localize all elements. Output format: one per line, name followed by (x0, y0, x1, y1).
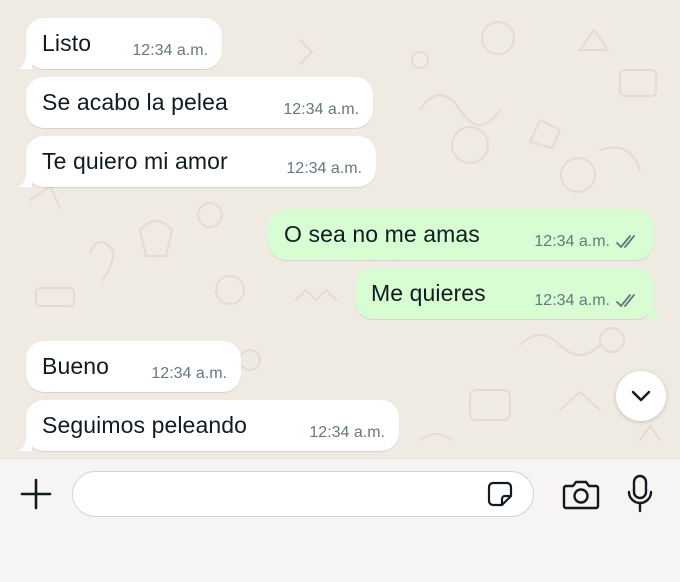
message-text: Te quiero mi amor (42, 148, 228, 174)
message-input[interactable] (89, 478, 479, 510)
message-timestamp: 12:34 a.m. (534, 292, 610, 309)
message-bubble-incoming[interactable]: Listo 12:34 a.m. (18, 18, 222, 69)
message-timestamp: 12:34 a.m. (309, 424, 385, 441)
message-text: Se acabo la pelea (42, 89, 228, 115)
bubble-tail (18, 173, 32, 187)
chevron-down-icon (631, 390, 651, 402)
microphone-icon (627, 474, 653, 513)
bubble-tail (18, 437, 32, 451)
double-check-read-icon (616, 235, 635, 248)
message-bubble-incoming[interactable]: Te quiero mi amor 12:34 a.m. (18, 136, 376, 187)
message-input-container (72, 471, 534, 517)
camera-button[interactable] (560, 475, 602, 513)
message-timestamp: 12:34 a.m. (283, 101, 359, 118)
message-composer (0, 458, 680, 582)
message-timestamp: 12:34 a.m. (286, 160, 362, 177)
attach-button[interactable] (14, 477, 58, 511)
message-bubble-outgoing[interactable]: O sea no me amas 12:34 a.m. (268, 209, 654, 260)
message-bubble-outgoing[interactable]: Me quieres 12:34 a.m. (355, 268, 662, 319)
bubble-tail (18, 55, 32, 69)
message-text: Listo (42, 30, 92, 56)
sticker-button[interactable] (483, 479, 517, 509)
message-text: Bueno (42, 353, 110, 379)
message-bubble-incoming[interactable]: Seguimos peleando 12:34 a.m. (18, 400, 399, 451)
double-check-read-icon (616, 294, 635, 307)
bubble-tail (648, 305, 662, 319)
message-text: Me quieres (371, 280, 486, 306)
message-bubble-incoming[interactable]: Bueno 12:34 a.m. (26, 341, 241, 392)
chat-area[interactable]: Listo 12:34 a.m. Se acabo la pelea 12:34… (0, 0, 680, 458)
plus-icon (20, 478, 52, 510)
message-bubble-incoming[interactable]: Se acabo la pelea 12:34 a.m. (26, 77, 373, 128)
message-text: O sea no me amas (284, 221, 480, 247)
message-timestamp: 12:34 a.m. (151, 365, 227, 382)
microphone-button[interactable] (622, 473, 658, 515)
camera-icon (562, 480, 600, 510)
message-text: Seguimos peleando (42, 412, 248, 438)
message-timestamp: 12:34 a.m. (132, 42, 208, 59)
message-timestamp: 12:34 a.m. (534, 233, 610, 250)
sticker-icon (487, 481, 513, 507)
scroll-to-bottom-button[interactable] (616, 371, 666, 421)
